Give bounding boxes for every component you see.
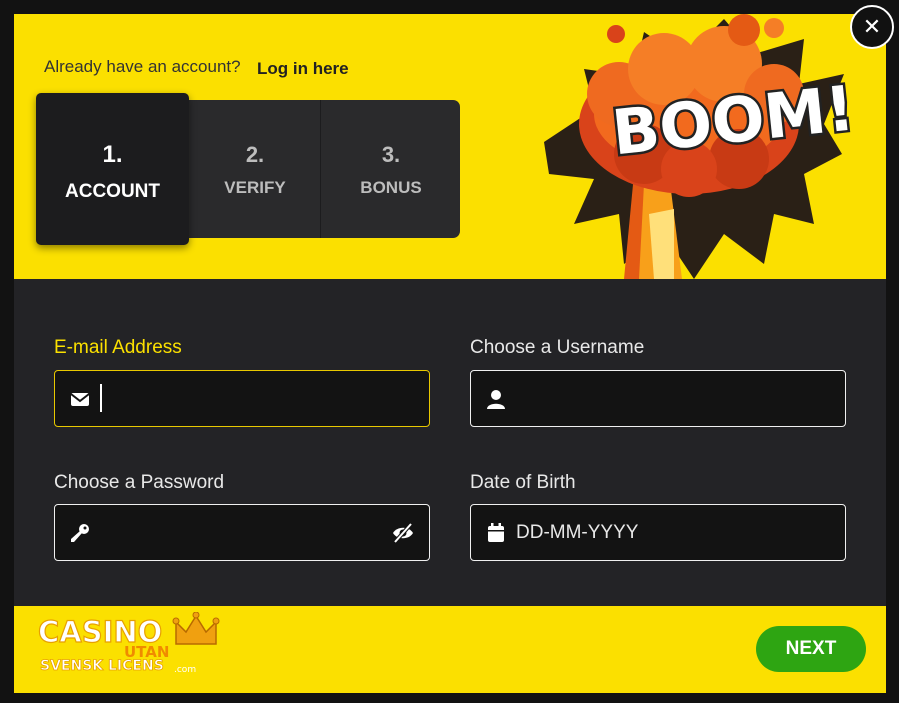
already-account-text: Already have an account? — [44, 57, 241, 76]
password-field[interactable] — [54, 504, 430, 561]
email-label: E-mail Address — [54, 337, 182, 358]
close-icon: ✕ — [862, 14, 882, 39]
dob-field[interactable] — [470, 504, 846, 561]
modal-footer: CASINO UTAN SVENSK LICENS .com NEXT — [14, 606, 886, 693]
step-number: 3. — [381, 142, 401, 167]
next-button[interactable]: NEXT — [756, 626, 866, 672]
casino-utan-svensk-licens-logo: CASINO UTAN SVENSK LICENS .com — [37, 612, 220, 675]
step-label: BONUS — [360, 178, 422, 197]
username-input[interactable] — [516, 371, 786, 426]
email-input[interactable] — [100, 371, 370, 426]
step-label: VERIFY — [224, 178, 286, 197]
step-label: ACCOUNT — [65, 181, 160, 202]
username-field[interactable] — [470, 370, 846, 427]
step-number: 2. — [245, 142, 265, 167]
logo-tld: .com — [174, 665, 196, 675]
eye-slash-icon[interactable] — [391, 522, 415, 544]
dob-input[interactable] — [516, 505, 786, 560]
login-link[interactable]: Log in here — [257, 59, 349, 79]
registration-form: E-mail Address Choose a Username Choose … — [14, 279, 886, 606]
envelope-icon — [70, 393, 90, 406]
calendar-icon — [488, 523, 504, 542]
dob-label: Date of Birth — [470, 472, 576, 493]
user-icon — [487, 390, 505, 409]
username-label: Choose a Username — [470, 337, 645, 358]
step-bonus[interactable]: 3. BONUS — [322, 100, 460, 238]
close-button[interactable]: ✕ — [850, 5, 894, 49]
crown-icon — [172, 612, 220, 645]
password-input[interactable] — [100, 505, 370, 560]
step-verify[interactable]: 2. VERIFY — [190, 100, 321, 238]
password-label: Choose a Password — [54, 472, 225, 493]
step-account[interactable]: 1. ACCOUNT — [36, 93, 189, 245]
key-icon — [71, 524, 89, 542]
modal-header: Already have an account? Log in here 2. … — [14, 14, 886, 279]
step-number: 1. — [102, 141, 123, 168]
registration-modal: Already have an account? Log in here 2. … — [14, 14, 886, 693]
logo-word-svensk-licens: SVENSK LICENS — [40, 658, 164, 674]
email-field[interactable] — [54, 370, 430, 427]
boom-explosion-illustration: BOOM! — [544, 14, 854, 279]
